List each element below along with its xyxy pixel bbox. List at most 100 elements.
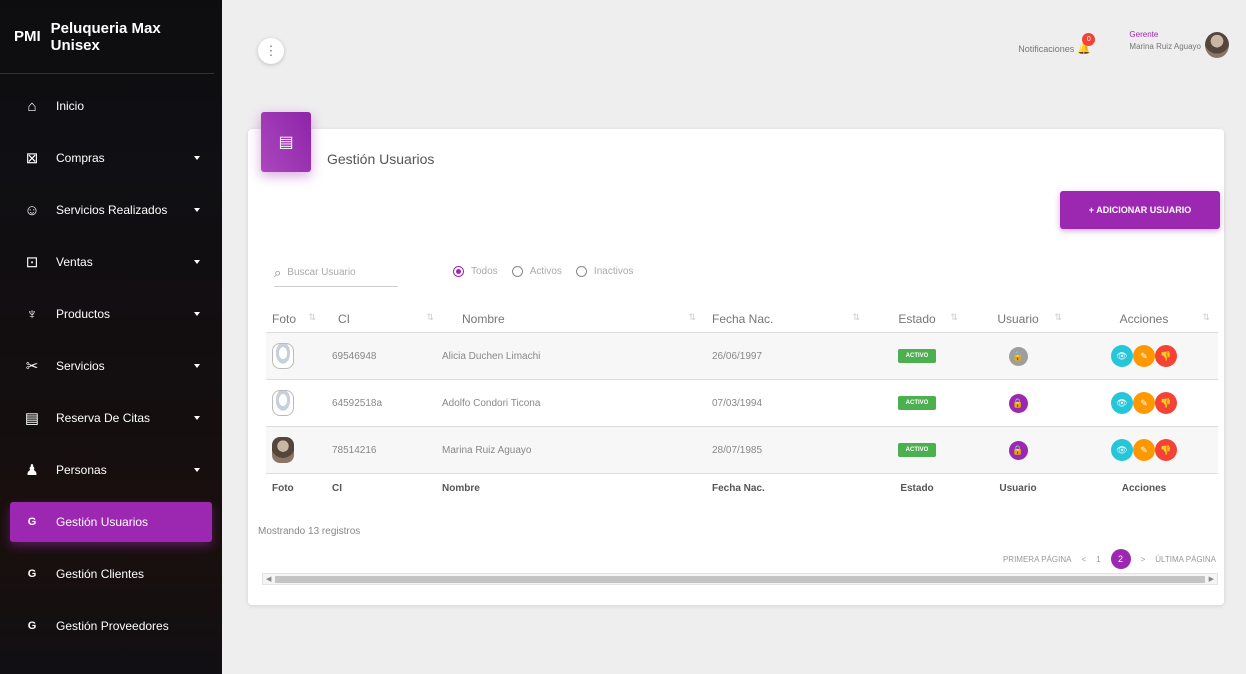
sidebar-subitem-gestion-usuarios[interactable]: G Gestión Usuarios	[10, 502, 212, 542]
nombre-cell: Marina Ruiz Aguayo	[442, 444, 532, 456]
lock-icon[interactable]: 🔒	[1008, 346, 1028, 366]
acciones-cell: 👁 ✎ 👎	[1070, 345, 1218, 367]
edit-icon[interactable]: ✎	[1133, 392, 1155, 414]
avatar[interactable]	[1205, 32, 1229, 58]
radio-dot	[453, 266, 464, 277]
brand[interactable]: PMI Peluqueria Max Unisex	[0, 0, 214, 74]
user-role: Gerente	[1129, 30, 1159, 39]
sidebar-item-inicio[interactable]: ⌂ Inicio	[10, 86, 212, 126]
sidebar-item-ventas[interactable]: ⊡ Ventas	[10, 242, 212, 282]
header-label: Estado	[898, 312, 936, 326]
status-badge: ACTIVO	[897, 349, 937, 363]
radio-dot	[511, 266, 523, 277]
current-page[interactable]: 2	[1110, 549, 1131, 569]
header-label: Usuario	[997, 312, 1039, 326]
users-card: ▤ Gestión Usuarios + ADICIONAR USUARIO ⌕…	[248, 112, 1224, 605]
lock-icon[interactable]: 🔒	[1008, 393, 1028, 413]
fecha-cell: 26/06/1997	[712, 350, 763, 362]
filter-label: Inactivos	[593, 266, 634, 277]
estado-cell: ACTIVO	[868, 396, 966, 410]
edit-icon[interactable]: ✎	[1133, 439, 1155, 461]
header-acciones[interactable]: Acciones ⇅	[1070, 312, 1218, 326]
radio-dot	[575, 266, 587, 277]
sidebar-subitem-gestion-clientes[interactable]: G Gestión Clientes	[10, 554, 212, 594]
sidebar-subitem-gestion-proveedores[interactable]: G Gestión Proveedores	[10, 606, 212, 646]
notifications-link[interactable]: Notificaciones 🔔 0	[1018, 33, 1096, 55]
person-icon: ♟	[25, 462, 39, 479]
last-page-link[interactable]: ÚLTIMA PÁGINA	[1155, 555, 1216, 564]
avatar-placeholder-icon	[272, 343, 294, 369]
table-row: 78514216 Marina Ruiz Aguayo 28/07/1985 A…	[266, 426, 1218, 473]
first-page-link[interactable]: PRIMERA PÁGINA	[1003, 555, 1071, 564]
add-user-button[interactable]: + ADICIONAR USUARIO	[1060, 191, 1220, 229]
footer-fecha: Fecha Nac.	[712, 483, 765, 494]
menu-toggle-button[interactable]: ⋮	[258, 38, 284, 64]
sidebar-item-productos[interactable]: ♆ Productos	[10, 294, 212, 334]
home-icon: ⌂	[27, 97, 37, 115]
sidebar-subitem-label: Gestión Usuarios	[56, 515, 149, 529]
pagination: PRIMERA PÁGINA < 1 2 > ÚLTIMA PÁGINA	[993, 549, 1216, 569]
filter-inactivos-radio[interactable]: Inactivos	[575, 266, 634, 277]
caret-down-icon	[194, 416, 200, 420]
user-info[interactable]: Gerente Marina Ruiz Aguayo	[1129, 30, 1201, 51]
sidebar-item-label: Servicios Realizados	[56, 203, 168, 217]
page-link-1[interactable]: 1	[1096, 555, 1100, 564]
foto-cell	[266, 390, 318, 416]
view-icon[interactable]: 👁	[1111, 439, 1133, 461]
thumb-down-icon[interactable]: 👎	[1155, 392, 1177, 414]
search-input[interactable]: Buscar Usuario	[287, 267, 355, 278]
sidebar-item-servicios-realizados[interactable]: ☺ Servicios Realizados	[10, 190, 212, 230]
sort-icon: ⇅	[426, 312, 434, 322]
sort-icon: ⇅	[950, 312, 958, 322]
topbar: ⋮ Notificaciones 🔔 0 Gerente Marina Ruiz…	[222, 0, 1246, 74]
header-ci[interactable]: CI ⇅	[318, 312, 442, 326]
view-icon[interactable]: 👁	[1111, 392, 1133, 414]
ci-cell: 78514216	[332, 444, 377, 456]
header-label: CI	[338, 312, 350, 326]
sidebar-item-personas[interactable]: ♟ Personas	[10, 450, 212, 490]
next-page-icon[interactable]: >	[1141, 555, 1146, 564]
footer-nombre: Nombre	[442, 483, 480, 494]
caret-down-icon	[194, 208, 200, 212]
face-icon: ☺	[24, 201, 40, 219]
brand-name: Peluqueria Max Unisex	[50, 19, 161, 54]
cart-off-icon: ⊠	[25, 150, 39, 167]
footer-ci: CI	[332, 483, 342, 494]
horizontal-scrollbar[interactable]: ◀ ▶	[262, 573, 1218, 585]
sidebar-nav: ⌂ Inicio ⊠ Compras ☺ Servicios Realizado…	[0, 86, 222, 646]
filter-todos-radio[interactable]: Todos	[453, 266, 498, 277]
sidebar-item-compras[interactable]: ⊠ Compras	[10, 138, 212, 178]
prev-page-icon[interactable]: <	[1081, 555, 1086, 564]
sort-icon: ⇅	[852, 312, 860, 322]
bell-icon: 🔔 0	[1077, 33, 1096, 55]
sidebar-item-servicios[interactable]: ✂ Servicios	[10, 346, 212, 386]
sidebar: PMI Peluqueria Max Unisex ⌂ Inicio ⊠ Com…	[0, 0, 222, 674]
basket-icon: ♆	[26, 305, 38, 323]
header-estado[interactable]: Estado ⇅	[868, 312, 966, 326]
scroll-left-icon[interactable]: ◀	[266, 575, 271, 583]
filter-activos-radio[interactable]: Activos	[511, 266, 562, 277]
header-fecha[interactable]: Fecha Nac. ⇅	[704, 312, 868, 326]
scroll-right-icon[interactable]: ▶	[1209, 575, 1214, 583]
lock-icon[interactable]: 🔒	[1008, 440, 1028, 460]
sidebar-subitem-label: Gestión Proveedores	[56, 619, 169, 633]
header-label: Foto	[272, 312, 297, 326]
filter-label: Activos	[529, 266, 562, 277]
header-usuario[interactable]: Usuario ⇅	[966, 312, 1070, 326]
thumb-down-icon[interactable]: 👎	[1155, 345, 1177, 367]
status-filter: Todos Activos Inactivos	[453, 266, 647, 277]
header-foto[interactable]: Foto ⇅	[266, 312, 318, 326]
search-field[interactable]: ⌕ Buscar Usuario	[274, 259, 398, 287]
usuario-cell: 🔒	[966, 393, 1070, 413]
footer-usuario: Usuario	[999, 483, 1037, 494]
view-icon[interactable]: 👁	[1111, 345, 1133, 367]
caret-down-icon	[194, 156, 200, 160]
thumb-down-icon[interactable]: 👎	[1155, 439, 1177, 461]
header-nombre[interactable]: Nombre ⇅	[442, 312, 704, 326]
scrollbar-thumb[interactable]	[275, 576, 1205, 583]
edit-icon[interactable]: ✎	[1133, 345, 1155, 367]
header-label: Acciones	[1119, 312, 1169, 326]
sidebar-item-reserva-de-citas[interactable]: ▤ Reserva De Citas	[10, 398, 212, 438]
ci-cell: 64592518a	[332, 397, 383, 409]
sidebar-item-label: Compras	[56, 151, 105, 165]
